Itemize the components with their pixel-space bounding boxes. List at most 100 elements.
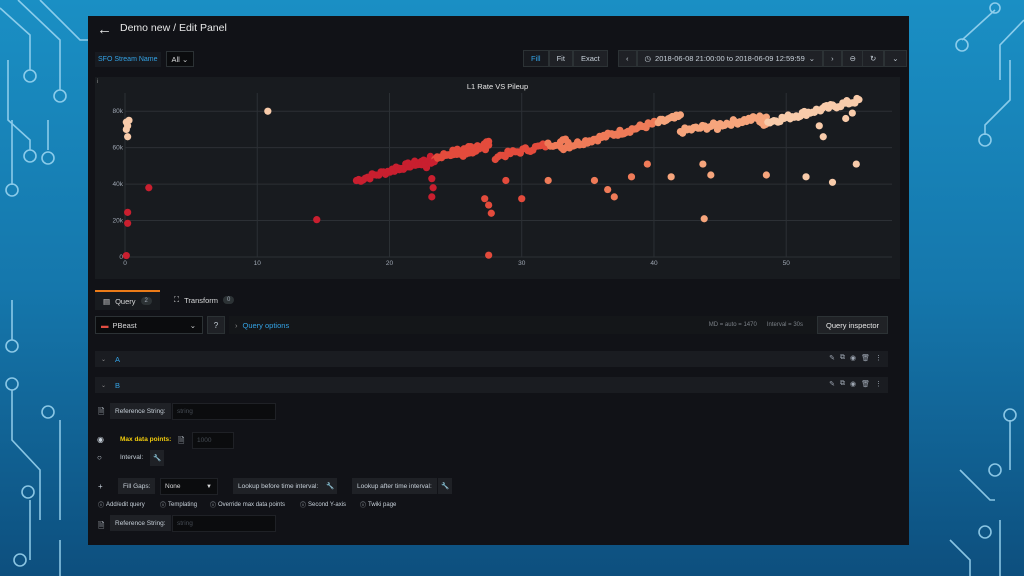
tab-query[interactable]: ▤ Query 2 bbox=[95, 290, 160, 310]
refresh-button[interactable]: ↻ bbox=[862, 50, 885, 67]
scatter-point bbox=[485, 251, 493, 259]
plus-icon[interactable]: + bbox=[98, 482, 103, 491]
add-edit-query-link[interactable]: ⓘ Add/edit query bbox=[98, 500, 145, 510]
zoom-out-button[interactable]: ⊖ bbox=[841, 50, 864, 67]
scatter-point bbox=[124, 133, 132, 141]
editor-tabs: ▤ Query 2 ⛶ Transform 0 bbox=[95, 290, 242, 310]
scatter-point bbox=[643, 160, 651, 168]
radio-empty-icon[interactable]: ○ bbox=[97, 453, 102, 462]
twiki-page-text: Twiki page bbox=[368, 501, 397, 508]
datasource-select[interactable]: ▬ PBeast ⌄ bbox=[95, 316, 203, 334]
scatter-point bbox=[676, 111, 685, 119]
scatter-point bbox=[264, 107, 272, 115]
y-tick-label: 20k bbox=[113, 218, 124, 225]
time-range-picker[interactable]: ◷ 2018-06-08 21:00:00 to 2018-06-09 12:5… bbox=[636, 50, 824, 67]
file-icon: 🗎 bbox=[178, 436, 185, 445]
exact-button[interactable]: Exact bbox=[572, 50, 608, 67]
reference-string-label-2: Reference String: bbox=[110, 515, 171, 531]
scatter-point bbox=[590, 176, 599, 185]
lookup-before-wrench[interactable]: 🔧 bbox=[323, 478, 338, 494]
transform-icon: ⛶ bbox=[173, 295, 180, 304]
fit-button[interactable]: Fit bbox=[548, 50, 573, 67]
fill-button[interactable]: Fill bbox=[523, 50, 549, 67]
interval-wrench-button[interactable]: 🔧 bbox=[150, 450, 165, 466]
max-data-points-label: Max data points: bbox=[120, 436, 172, 443]
max-data-points-meta: MD = auto = 1470 bbox=[708, 322, 757, 328]
x-tick-label: 10 bbox=[254, 260, 262, 267]
fill-gaps-label: Fill Gaps: bbox=[118, 478, 156, 494]
time-forward-button[interactable]: › bbox=[823, 50, 842, 67]
info-icon: ⓘ bbox=[210, 503, 217, 509]
x-tick-label: 30 bbox=[518, 260, 526, 267]
time-back-button[interactable]: ‹ bbox=[618, 50, 637, 67]
info-icon: ⓘ bbox=[160, 503, 167, 509]
refresh-interval-button[interactable]: ⌄ bbox=[884, 50, 907, 67]
templating-link[interactable]: ⓘ Templating bbox=[160, 500, 198, 510]
wrench-icon: 🔧 bbox=[326, 483, 335, 490]
refresh-group: ↻ ⌄ bbox=[862, 50, 907, 67]
query-ref-b: B bbox=[115, 380, 121, 390]
scatter-point bbox=[699, 160, 707, 168]
chevron-right-icon: › bbox=[235, 320, 238, 330]
max-data-points-input[interactable]: 1000 bbox=[192, 432, 234, 449]
second-y-axis-text: Second Y-axis bbox=[308, 501, 347, 508]
scatter-point bbox=[700, 215, 708, 223]
edit-icon[interactable]: ✎ bbox=[829, 354, 835, 362]
scatter-point bbox=[428, 193, 436, 201]
scatter-point bbox=[502, 176, 510, 185]
database-icon: ▤ bbox=[103, 296, 111, 306]
scatter-point bbox=[485, 141, 493, 149]
y-tick-label: 60k bbox=[113, 145, 124, 152]
eye-icon[interactable]: ◉ bbox=[850, 380, 856, 388]
tab-transform-count: 0 bbox=[223, 296, 235, 304]
tab-transform[interactable]: ⛶ Transform 0 bbox=[166, 290, 243, 310]
y-tick-label: 80k bbox=[113, 108, 124, 115]
info-icon: ⓘ bbox=[360, 503, 367, 509]
query-row-b[interactable]: ⌄ B ✎ ⧉ ◉ 🗑 ⋮ bbox=[95, 377, 888, 393]
scatter-point bbox=[124, 219, 132, 227]
chart-panel: i L1 Rate VS Pileup 0 20k 40k 60k 80k 0 10 20 30… bbox=[95, 77, 900, 279]
duplicate-icon[interactable]: ⧉ bbox=[840, 354, 845, 362]
scatter-point bbox=[848, 109, 856, 117]
query-meta: MD = auto = 1470 Interval = 30s bbox=[709, 316, 803, 334]
reference-string-label: Reference String: bbox=[110, 403, 171, 419]
drag-handle-icon[interactable]: ⋮ bbox=[875, 354, 882, 362]
duplicate-icon[interactable]: ⧉ bbox=[840, 380, 845, 388]
back-arrow-icon[interactable]: ← bbox=[97, 21, 112, 38]
drag-handle-icon[interactable]: ⋮ bbox=[875, 380, 882, 388]
eye-icon[interactable]: ◉ bbox=[850, 354, 856, 362]
scatter-point bbox=[481, 195, 489, 203]
scatter-point bbox=[122, 251, 130, 260]
scatter-point bbox=[828, 178, 837, 186]
add-edit-query-text: Add/edit query bbox=[106, 501, 145, 508]
override-max-points-link[interactable]: ⓘ Override max data points bbox=[210, 500, 286, 510]
lookup-after-wrench[interactable]: 🔧 bbox=[438, 478, 453, 494]
second-y-axis-link[interactable]: ⓘ Second Y-axis bbox=[300, 500, 347, 510]
reference-string-input[interactable]: string bbox=[172, 403, 276, 420]
radio-selected-icon[interactable]: ◉ bbox=[97, 435, 104, 444]
query-inspector-button[interactable]: Query inspector bbox=[817, 316, 888, 334]
twiki-page-link[interactable]: ⓘ Twiki page bbox=[360, 500, 397, 510]
grafana-edit-panel-window: ← Demo new / Edit Panel SFO Stream Name … bbox=[88, 16, 909, 545]
query-a-actions: ✎ ⧉ ◉ 🗑 ⋮ bbox=[829, 354, 882, 362]
scatter-point bbox=[627, 173, 636, 181]
trash-icon[interactable]: 🗑 bbox=[861, 354, 870, 362]
scatter-point bbox=[842, 114, 850, 123]
scatter-point bbox=[762, 171, 770, 179]
fill-gaps-select[interactable]: None ▼ bbox=[160, 478, 218, 495]
chevron-down-icon[interactable]: ⌄ bbox=[101, 356, 115, 363]
trash-icon[interactable]: 🗑 bbox=[861, 380, 870, 388]
query-row-a[interactable]: ⌄ A ✎ ⧉ ◉ 🗑 ⋮ bbox=[95, 351, 888, 367]
scatter-point bbox=[544, 176, 552, 185]
edit-icon[interactable]: ✎ bbox=[829, 380, 835, 388]
interval-meta: Interval = 30s bbox=[766, 322, 803, 328]
time-range-text: 2018-06-08 21:00:00 to 2018-06-09 12:59:… bbox=[655, 54, 805, 63]
override-max-points-text: Override max data points bbox=[218, 501, 286, 508]
help-icon[interactable]: ? bbox=[207, 316, 225, 334]
tab-query-count: 2 bbox=[140, 297, 152, 305]
reference-string-input-2[interactable]: string bbox=[172, 515, 276, 532]
chevron-down-icon[interactable]: ⌄ bbox=[101, 382, 115, 389]
templating-text: Templating bbox=[168, 501, 198, 508]
stream-name-select[interactable]: All ⌄ bbox=[165, 51, 195, 67]
scatter-point bbox=[815, 122, 823, 130]
